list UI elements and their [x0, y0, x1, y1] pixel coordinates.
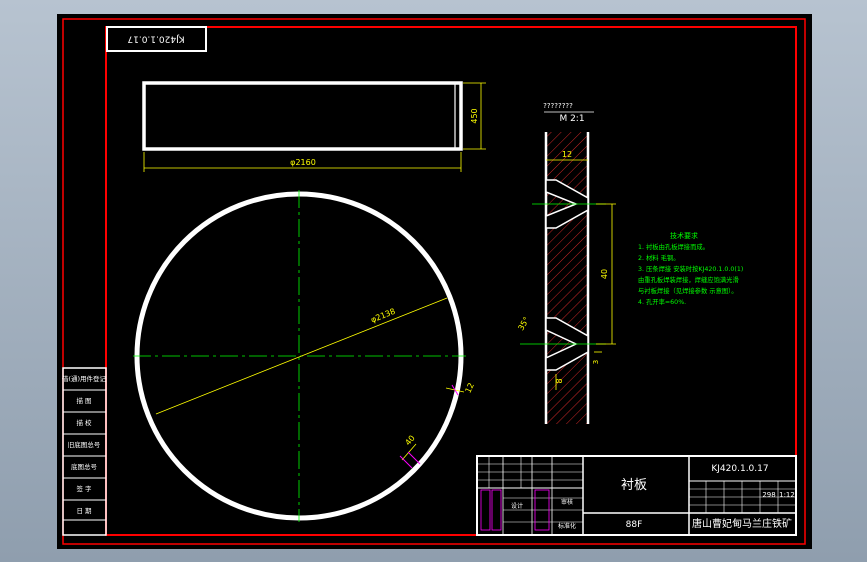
notes-line-3: 3. 压条焊接 安装时按KJ420.1.0.0(1) — [638, 264, 743, 273]
stamp-row-5: 底图总号 — [71, 462, 98, 471]
material: 88F — [626, 520, 643, 530]
mass: 298 — [762, 491, 775, 499]
notes-line-1: 1. 衬板由孔板焊接而成。 — [638, 242, 709, 251]
scale: 1:12 — [779, 491, 795, 499]
notes-line-6: 4. 孔开率=60%. — [638, 297, 686, 306]
stamp-row-6: 签 字 — [76, 484, 92, 493]
notes-line-4: 由重孔板焊装焊接，焊缝应饱满光滑 — [638, 275, 739, 284]
notes-line-2: 2. 材料 毛钢。 — [638, 253, 680, 262]
slot-dim: 8 — [555, 378, 564, 383]
stamp-row-3: 描 校 — [76, 418, 92, 427]
section-body — [546, 132, 588, 424]
part-name: 衬板 — [621, 478, 647, 493]
tb-label-standard: 标准化 — [558, 522, 576, 530]
section-tag: ???????? — [543, 102, 573, 110]
drawing-code-text: KJ420.1.0.17 — [127, 34, 184, 44]
tb-label-design: 设计 — [511, 502, 523, 510]
cad-drawing-canvas: KJ420.1.0.17 φ2160 450 φ2138 12 40 ?????… — [57, 14, 812, 549]
drawing-number: KJ420.1.0.17 — [711, 464, 768, 474]
hole-pitch-dim: 40 — [600, 269, 609, 279]
top-view-height-dim: 450 — [470, 108, 479, 123]
notes-line-5: 与衬板焊接（见焊接参数 示意图）。 — [638, 286, 738, 295]
company-name: 唐山曹妃甸马兰庄铁矿 — [692, 517, 792, 530]
stamp-row-7: 日 期 — [76, 507, 92, 515]
stamp-row-2: 描 图 — [76, 396, 91, 405]
top-view-width-dim: φ2160 — [290, 158, 316, 167]
notes-title: 技术要求 — [670, 231, 698, 240]
stamp-row-1: 借(通)用件登记 — [62, 374, 107, 383]
stamp-row-4: 旧底图总号 — [68, 440, 101, 449]
small-dim: 3 — [592, 360, 600, 364]
tb-label-review: 审核 — [561, 498, 573, 506]
section-label: M 2:1 — [559, 114, 584, 124]
section-thickness-dim: 12 — [562, 150, 572, 159]
